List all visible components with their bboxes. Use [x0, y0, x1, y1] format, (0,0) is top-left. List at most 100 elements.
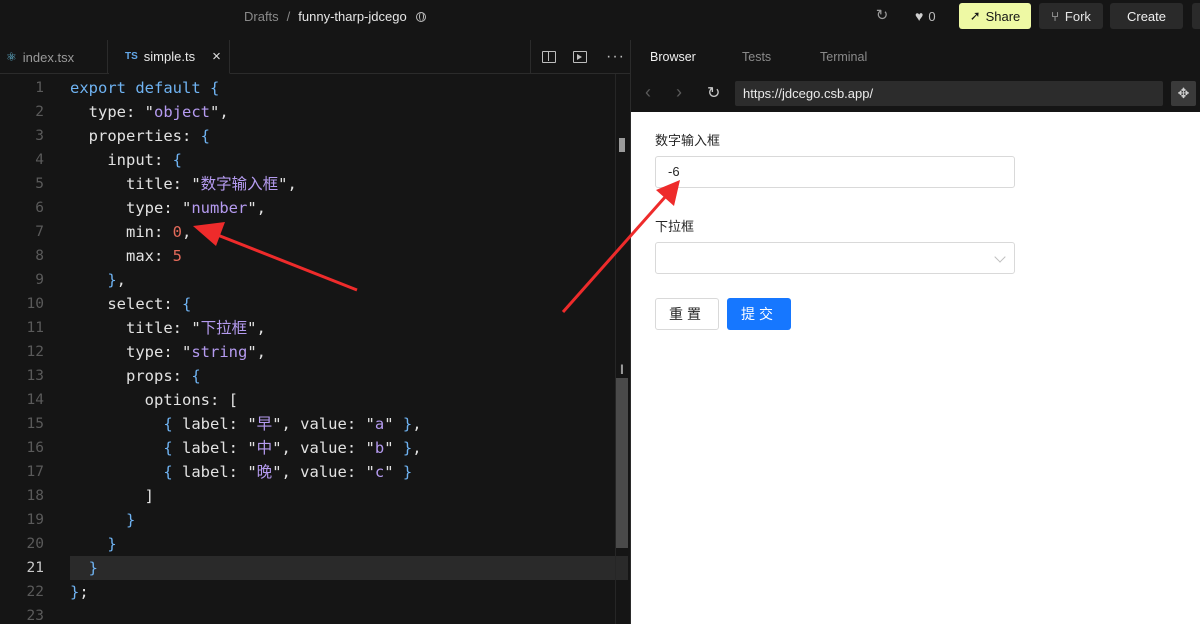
code-line[interactable]: 12 type: "string",	[0, 340, 630, 364]
reload-icon[interactable]: ↻	[707, 83, 720, 103]
code-line[interactable]: 22};	[0, 580, 630, 604]
code-text: type: "object",	[70, 103, 229, 121]
code-text: title: "数字输入框",	[70, 175, 297, 193]
text-cursor-icon: I	[620, 361, 624, 377]
close-icon[interactable]: ×	[212, 48, 221, 65]
line-number: 15	[26, 416, 44, 432]
line-number: 18	[26, 488, 44, 504]
editor-actions: ···	[530, 40, 630, 74]
like-count: 0	[928, 8, 936, 24]
tab-label: simple.ts	[143, 49, 196, 64]
line-number: 21	[26, 560, 44, 576]
code-line[interactable]: 10 select: {	[0, 292, 630, 316]
refresh-icon[interactable]: ↻	[873, 7, 891, 25]
tab-simple-ts[interactable]: TS simple.ts ×	[109, 40, 230, 74]
code-area[interactable]: 1 export default {2 type: "object", 3 prop…	[0, 74, 630, 624]
code-text: { label: "早", value: "a" },	[163, 415, 422, 433]
url-input[interactable]: https://jdcego.csb.app/	[735, 81, 1163, 106]
fork-icon: ⑂	[1051, 8, 1059, 24]
number-field-label: 数字输入框	[655, 133, 721, 148]
code-text: max: 5	[70, 247, 182, 265]
code-text: },	[107, 271, 127, 289]
code-line[interactable]: 11 title: "下拉框",	[0, 316, 630, 340]
line-number: 22	[26, 584, 44, 600]
top-bar: Drafts / funny-tharp-jdcego ↻ ♥ 0 ➚ Shar…	[0, 0, 1200, 33]
line-number: 5	[35, 176, 44, 192]
code-line[interactable]: 9 },	[0, 268, 630, 292]
code-line[interactable]: 16 { label: "中", value: "b" },	[0, 436, 630, 460]
like-button[interactable]: ♥ 0	[915, 8, 936, 24]
more-icon[interactable]: ···	[606, 48, 625, 66]
line-number: 1	[35, 80, 44, 96]
code-text: export default {	[70, 79, 220, 97]
tab-browser[interactable]: Browser	[650, 50, 696, 64]
number-input[interactable]: -6	[655, 156, 1015, 188]
code-line[interactable]: 8 max: 5	[0, 244, 630, 268]
preview-tabs: Browser Tests Terminal	[631, 40, 1200, 74]
preview-icon[interactable]	[573, 51, 587, 63]
account-button[interactable]	[1192, 3, 1200, 29]
share-button[interactable]: ➚ Share	[959, 3, 1031, 29]
code-text: min: 0,	[70, 223, 192, 241]
sandbox-name[interactable]: funny-tharp-jdcego	[298, 9, 406, 24]
browser-viewport: 数字输入框 -6 下拉框 重置 提交	[631, 112, 1200, 624]
code-line[interactable]: 7 min: 0,	[0, 220, 630, 244]
code-line[interactable]: 13 props: {	[0, 364, 630, 388]
chevron-down-icon	[994, 251, 1006, 263]
forward-icon[interactable]: ›	[676, 82, 682, 103]
code-line[interactable]: 5 title: "数字输入框",	[0, 172, 630, 196]
editor-tabs: ⚛ index.tsx TS simple.ts × ···	[0, 40, 630, 74]
fork-button[interactable]: ⑂ Fork	[1039, 3, 1103, 29]
line-number: 17	[26, 464, 44, 480]
line-number: 16	[26, 440, 44, 456]
line-number: 8	[35, 248, 44, 264]
line-number: 3	[35, 128, 44, 144]
code-text: select: {	[70, 295, 192, 313]
scrollbar-bar[interactable]	[616, 378, 628, 548]
tab-index-tsx[interactable]: ⚛ index.tsx	[0, 40, 108, 74]
devtools-icon[interactable]: ✥	[1171, 81, 1196, 106]
code-text: title: "下拉框",	[70, 319, 266, 337]
code-line[interactable]: 19 }	[0, 508, 630, 532]
fork-label: Fork	[1064, 8, 1091, 24]
code-line[interactable]: 3 properties: {	[0, 124, 630, 148]
code-line[interactable]: 23	[0, 604, 630, 624]
select-dropdown[interactable]	[655, 242, 1015, 274]
code-line[interactable]: 18 ]	[0, 484, 630, 508]
browser-navbar: ‹ › ↻ https://jdcego.csb.app/ ✥	[631, 76, 1200, 110]
code-line[interactable]: 14 options: [	[0, 388, 630, 412]
scrollbar-thumb[interactable]	[619, 138, 625, 152]
preview-pane: Browser Tests Terminal ‹ › ↻ https://jdc…	[631, 40, 1200, 624]
split-editor-icon[interactable]	[542, 51, 556, 63]
code-text: props: {	[70, 367, 201, 385]
code-line[interactable]: 6 type: "number",	[0, 196, 630, 220]
code-line[interactable]: 17 { label: "晚", value: "c" }	[0, 460, 630, 484]
line-number: 2	[35, 104, 44, 120]
reset-button[interactable]: 重置	[655, 298, 719, 330]
react-icon: ⚛	[6, 50, 17, 64]
code-text: properties: {	[70, 127, 210, 145]
code-line[interactable]: 4 input: {	[0, 148, 630, 172]
code-line[interactable]: 20 }	[0, 532, 630, 556]
breadcrumb-drafts[interactable]: Drafts	[244, 9, 279, 24]
code-line[interactable]: 2 type: "object",	[0, 100, 630, 124]
code-line[interactable]: 15 { label: "早", value: "a" },	[0, 412, 630, 436]
submit-button[interactable]: 提交	[727, 298, 791, 330]
line-number: 11	[26, 320, 44, 336]
tab-terminal[interactable]: Terminal	[820, 50, 867, 64]
code-text: options: [	[70, 391, 238, 409]
code-text: }	[107, 535, 117, 553]
line-number: 12	[26, 344, 44, 360]
code-text: input: {	[70, 151, 182, 169]
code-text: type: "string",	[70, 343, 266, 361]
code-line[interactable]: 1 export default {	[0, 76, 630, 100]
line-number: 9	[35, 272, 44, 288]
code-text: type: "number",	[70, 199, 266, 217]
code-text: };	[70, 583, 89, 601]
back-icon[interactable]: ‹	[645, 82, 651, 103]
tab-tests[interactable]: Tests	[742, 50, 771, 64]
share-label: Share	[985, 8, 1021, 24]
code-line[interactable]: 21 }	[0, 556, 630, 580]
create-button[interactable]: Create	[1110, 3, 1183, 29]
tab-label: index.tsx	[22, 49, 75, 65]
